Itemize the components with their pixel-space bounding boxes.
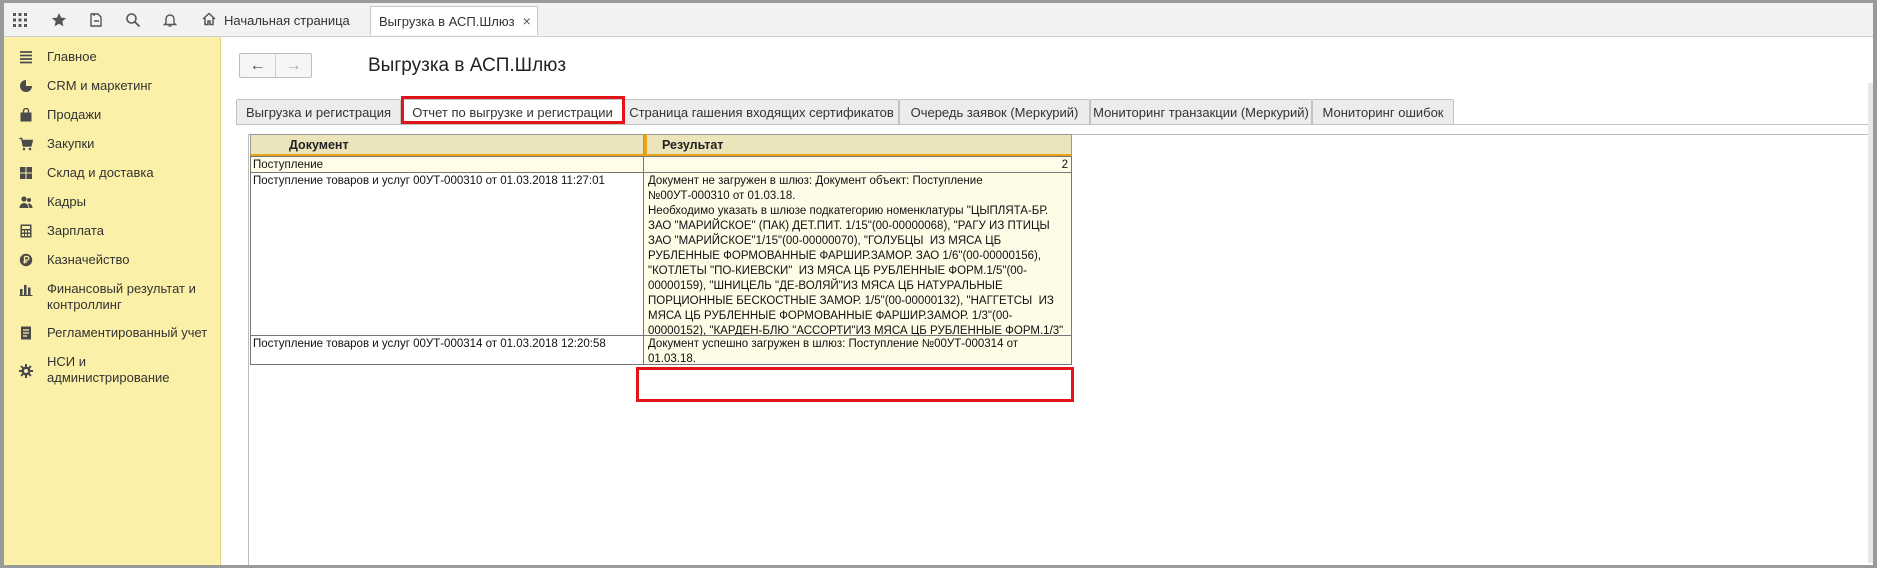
tab-divider xyxy=(236,124,1873,125)
sidebar-item-label: Казначейство xyxy=(47,252,130,267)
tab-transactions[interactable]: Мониторинг транзакции (Меркурий) xyxy=(1090,99,1312,125)
gear-icon xyxy=(18,363,34,379)
report-row-1-document[interactable]: Поступление товаров и услуг 00УТ-000310 … xyxy=(250,172,644,336)
forward-button[interactable]: → xyxy=(276,54,311,77)
bar-chart-icon xyxy=(18,281,34,297)
back-button[interactable]: ← xyxy=(240,54,276,77)
star-icon[interactable] xyxy=(43,3,75,36)
group-count[interactable]: 2 xyxy=(643,156,1072,173)
tab-request-queue[interactable]: Очередь заявок (Меркурий) xyxy=(899,99,1090,125)
page-title: Выгрузка в АСП.Шлюз xyxy=(368,55,567,76)
close-icon[interactable]: × xyxy=(523,13,531,29)
tab-report[interactable]: Отчет по выгрузке и регистрации xyxy=(401,99,624,125)
bell-icon[interactable] xyxy=(154,3,186,36)
home-icon xyxy=(202,11,216,29)
tab-export-registration[interactable]: Выгрузка и регистрация xyxy=(236,99,401,125)
tab-home[interactable]: Начальная страница xyxy=(192,6,364,34)
sidebar-item-label: Финансовый результат и контроллинг xyxy=(47,281,196,312)
search-icon[interactable] xyxy=(117,3,149,36)
report-row-2-document[interactable]: Поступление товаров и услуг 00УТ-000314 … xyxy=(250,335,644,365)
apps-grid-icon[interactable] xyxy=(4,3,36,36)
app-window: Начальная страница Выгрузка в АСП.Шлюз ×… xyxy=(4,3,1873,565)
sidebar-item-label: Зарплата xyxy=(47,223,104,238)
pie-chart-icon xyxy=(18,78,34,94)
sidebar-item-main[interactable]: Главное xyxy=(4,49,220,65)
sidebar-item-label: CRM и маркетинг xyxy=(47,78,153,93)
calculator-icon xyxy=(18,223,34,239)
sidebar-item-label: Регламентированный учет xyxy=(47,325,208,340)
column-header-document[interactable]: Документ xyxy=(250,134,644,156)
people-icon xyxy=(18,194,34,210)
top-bar: Начальная страница Выгрузка в АСП.Шлюз × xyxy=(4,3,1873,37)
sidebar-item-finance[interactable]: Финансовый результат и контроллинг xyxy=(4,281,220,313)
main-panel: ← → Выгрузка в АСП.Шлюз Выгрузка и регис… xyxy=(221,37,1873,565)
sidebar-item-label: Закупки xyxy=(47,136,95,151)
sidebar-item-label: Главное xyxy=(47,49,97,64)
sidebar-item-purchases[interactable]: Закупки xyxy=(4,136,220,152)
sidebar-item-label: НСИ и администрирование xyxy=(47,354,170,385)
sidebar-item-crm[interactable]: CRM и маркетинг xyxy=(4,78,220,94)
sidebar-item-label: Продажи xyxy=(47,107,102,122)
sidebar-item-label: Кадры xyxy=(47,194,86,209)
ledger-icon xyxy=(18,325,34,341)
sidebar-item-regulated[interactable]: Регламентированный учет xyxy=(4,325,220,341)
cart-icon xyxy=(18,136,34,152)
tab-errors[interactable]: Мониторинг ошибок xyxy=(1312,99,1454,125)
sidebar-item-treasury[interactable]: Казначейство xyxy=(4,252,220,268)
sidebar-item-hr[interactable]: Кадры xyxy=(4,194,220,210)
bag-icon xyxy=(18,107,34,123)
group-label[interactable]: Поступление xyxy=(250,156,644,173)
scroll-edge xyxy=(1868,83,1873,563)
tab-asp-export[interactable]: Выгрузка в АСП.Шлюз × xyxy=(370,6,538,35)
column-header-result[interactable]: Результат xyxy=(644,134,1072,156)
sidebar-item-admin[interactable]: НСИ и администрирование xyxy=(4,354,220,386)
report-row-2-result[interactable]: Документ успешно загружен в шлюз: Поступ… xyxy=(643,335,1072,365)
sidebar-item-sales[interactable]: Продажи xyxy=(4,107,220,123)
sidebar-item-salary[interactable]: Зарплата xyxy=(4,223,220,239)
sidebar-item-label: Склад и доставка xyxy=(47,165,154,180)
sidebar: Главное CRM и маркетинг Продажи Закупки … xyxy=(4,37,221,565)
tab-home-label: Начальная страница xyxy=(224,12,350,28)
list-icon xyxy=(18,49,34,65)
warehouse-icon xyxy=(18,165,34,181)
nav-buttons: ← → xyxy=(239,53,312,78)
coin-icon xyxy=(18,252,34,268)
report-row-1-result[interactable]: Документ не загружен в шлюз: Документ об… xyxy=(643,172,1072,336)
sidebar-item-warehouse[interactable]: Склад и доставка xyxy=(4,165,220,181)
tab-asp-export-label: Выгрузка в АСП.Шлюз xyxy=(379,13,515,29)
tab-certificates[interactable]: Страница гашения входящих сертификатов xyxy=(624,99,899,125)
history-icon[interactable] xyxy=(80,3,112,36)
